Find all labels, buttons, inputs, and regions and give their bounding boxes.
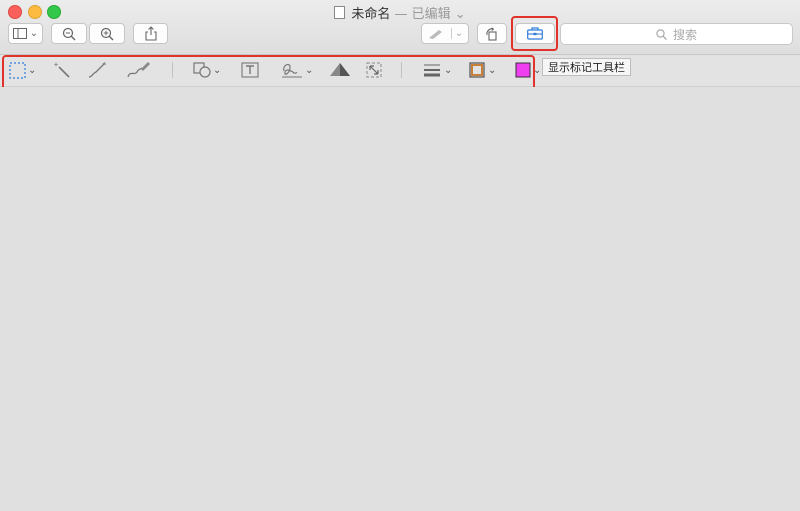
window-title[interactable]: 未命名 — 已编辑 ⌄	[0, 3, 800, 22]
toolbox-icon	[527, 27, 543, 40]
sketch-tool[interactable]	[88, 59, 108, 81]
signature-icon	[282, 63, 302, 78]
share-icon	[144, 26, 157, 41]
instant-alpha-tool[interactable]	[53, 59, 71, 81]
sidebar-icon	[12, 28, 27, 39]
share-button[interactable]	[133, 23, 168, 44]
document-name: 未命名	[351, 7, 391, 22]
shapes-tool[interactable]: ⌄	[193, 59, 221, 81]
fill-color-icon	[515, 62, 531, 78]
chevron-down-icon: ⌄	[29, 28, 39, 39]
shape-style-tool[interactable]: ⌄	[423, 59, 452, 81]
shapes-icon	[193, 62, 211, 78]
toolbar-divider	[172, 62, 173, 78]
pen-icon	[428, 29, 442, 39]
selection-tool[interactable]: ⌄	[9, 59, 36, 81]
border-color-icon	[469, 62, 485, 78]
chevron-down-icon: ⌄	[450, 28, 463, 39]
search-placeholder: 搜索	[672, 27, 697, 42]
text-tool[interactable]	[241, 59, 259, 81]
fill-color-tool[interactable]: ⌄	[515, 59, 541, 81]
line-style-icon	[424, 64, 440, 77]
adjust-size-icon	[366, 62, 382, 78]
edited-status: — 已编辑	[394, 7, 451, 22]
title-bar: 未命名 — 已编辑 ⌄ ⌄ ⌄ 搜索	[0, 0, 800, 55]
border-color-tool[interactable]: ⌄	[469, 59, 496, 81]
preview-window: 未命名 — 已编辑 ⌄ ⌄ ⌄ 搜索 ⌄ ⌄ ⌄ ⌄ ⌄ ⌄ 显示标记工具栏	[0, 0, 800, 511]
rectangular-selection-icon	[9, 61, 26, 79]
zoom-out-icon	[62, 27, 76, 40]
adjust-color-icon	[330, 63, 350, 76]
sidebar-view-button[interactable]: ⌄	[8, 23, 43, 44]
annotate-button[interactable]: ⌄	[421, 23, 469, 44]
markup-toolbar: ⌄ ⌄ ⌄ ⌄ ⌄ ⌄	[0, 55, 800, 87]
toolbar-divider	[401, 62, 402, 78]
adjust-color-tool[interactable]	[329, 59, 351, 81]
tooltip: 显示标记工具栏	[542, 58, 631, 76]
draw-tool[interactable]	[127, 59, 151, 81]
chevron-down-icon: ⌄	[533, 64, 542, 76]
search-icon	[656, 28, 667, 40]
show-markup-toolbar-button[interactable]	[515, 23, 555, 44]
sketch-icon	[88, 62, 106, 78]
magic-wand-icon	[53, 62, 70, 78]
document-icon	[334, 6, 346, 19]
zoom-in-button[interactable]	[89, 23, 125, 44]
chevron-down-icon: ⌄	[213, 64, 222, 76]
chevron-down-icon: ⌄	[28, 64, 37, 76]
rotate-button[interactable]	[477, 23, 507, 44]
rotate-icon	[486, 26, 497, 41]
draw-icon	[127, 62, 150, 78]
chevron-down-icon: ⌄	[444, 64, 453, 76]
zoom-out-button[interactable]	[51, 23, 87, 44]
chevron-down-icon: ⌄	[488, 64, 497, 76]
zoom-in-icon	[100, 27, 114, 40]
title-chevron-icon: ⌄	[454, 7, 466, 22]
chevron-down-icon: ⌄	[305, 64, 314, 76]
text-box-icon	[241, 62, 259, 78]
adjust-size-tool[interactable]	[365, 59, 383, 81]
sign-tool[interactable]: ⌄	[281, 59, 313, 81]
document-canvas[interactable]	[0, 87, 800, 511]
search-field[interactable]: 搜索	[560, 23, 793, 45]
